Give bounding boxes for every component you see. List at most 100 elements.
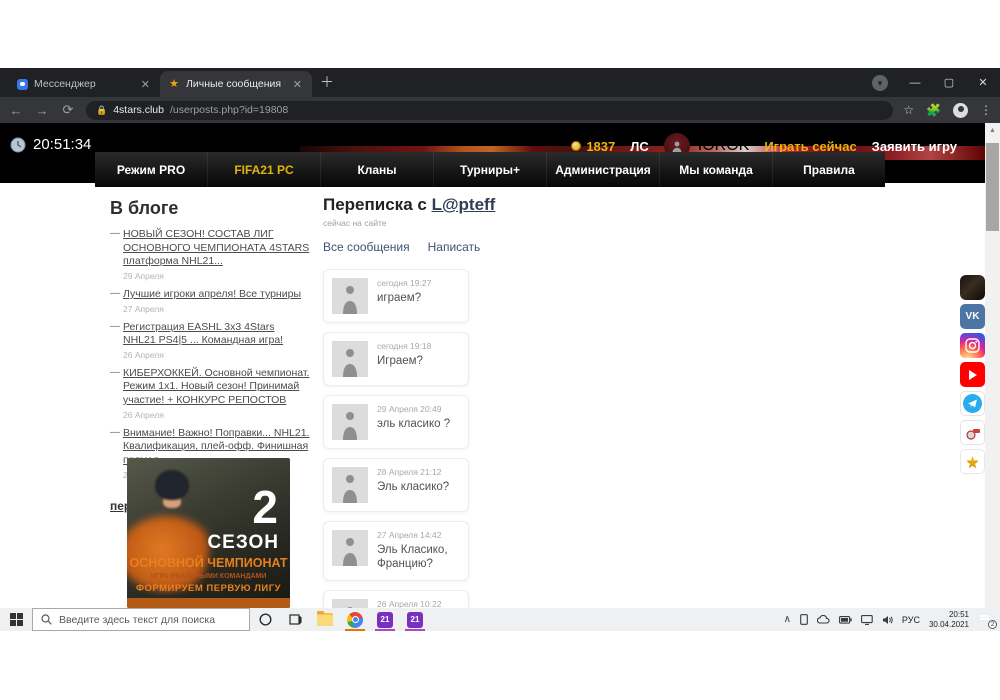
- search-placeholder: Введите здесь текст для поиска: [59, 613, 216, 626]
- language-indicator[interactable]: РУС: [902, 615, 920, 625]
- message-date: сегодня 19:18: [377, 341, 432, 351]
- youtube-icon[interactable]: [960, 362, 985, 387]
- network-display-icon[interactable]: [860, 614, 873, 625]
- scroll-up-arrow-icon[interactable]: ▲: [985, 123, 1000, 138]
- blog-post-link[interactable]: Лучшие игроки апреля! Все турниры: [123, 288, 310, 302]
- browser-profile-icon[interactable]: ▾: [872, 74, 888, 91]
- tab-all-messages[interactable]: Все сообщения: [323, 240, 410, 254]
- tray-expand-icon[interactable]: ∧: [784, 614, 791, 625]
- bookmark-star-icon[interactable]: ☆: [903, 103, 914, 117]
- message-card[interactable]: 26 Апреля 10:22когда сыграем?: [323, 589, 469, 608]
- onedrive-cloud-icon[interactable]: [816, 615, 830, 624]
- fifa21-app-button-2[interactable]: 21: [400, 608, 430, 631]
- message-card[interactable]: сегодня 19:18 Играем?: [323, 332, 469, 386]
- message-card[interactable]: 29 Апреля 20:49 эль класико ?: [323, 395, 469, 449]
- fifa21-app-button[interactable]: 21: [370, 608, 400, 631]
- windows-taskbar: Введите здесь текст для поиска 21 21 ∧ Р…: [0, 608, 1000, 631]
- blog-post-date: 26 Апреля: [123, 409, 164, 420]
- season-promo-banner[interactable]: 2 СЕЗОН ОСНОВНОЙ ЧЕМПИОНАТ ИГРА РЕАЛЬНЫМ…: [127, 458, 290, 608]
- message-text: Эль класико?: [377, 481, 450, 493]
- nav-item-administratsiya[interactable]: Администрация: [546, 152, 659, 187]
- page-scrollbar[interactable]: ▲: [985, 123, 1000, 608]
- instagram-icon[interactable]: [960, 333, 985, 358]
- tab-write-message[interactable]: Написать: [428, 240, 481, 254]
- message-text: играем?: [377, 292, 422, 304]
- menu-kebab-icon[interactable]: ⋮: [980, 103, 992, 117]
- nav-item-pravila[interactable]: Правила: [772, 152, 885, 187]
- sender-avatar: [332, 278, 368, 314]
- blog-post-link[interactable]: Регистрация EASHL 3x3 4Stars NHL21 PS4|5…: [123, 321, 310, 348]
- phone-link-icon[interactable]: [800, 614, 808, 625]
- speaker-icon[interactable]: [882, 615, 893, 625]
- window-controls: ▾ — ▢ ✕: [872, 68, 1000, 97]
- community-photo[interactable]: [960, 275, 985, 300]
- url-host: 4stars.club: [113, 104, 164, 116]
- sender-avatar: [332, 598, 368, 608]
- cortana-button[interactable]: [250, 608, 280, 631]
- lock-icon: 🔒: [96, 104, 108, 115]
- message-card[interactable]: 27 Апреля 14:42 Эль Класико, Францию?: [323, 521, 469, 581]
- reload-icon[interactable]: ⟳: [60, 102, 76, 118]
- message-date: 27 Апреля 14:42: [377, 530, 442, 540]
- nav-item-fifa21-pc[interactable]: FIFA21 PC: [207, 152, 320, 187]
- social-links-rail: VK ★: [960, 275, 986, 474]
- back-icon[interactable]: ←: [8, 103, 24, 118]
- blog-post-date: 27 Апреля: [123, 303, 164, 314]
- message-date: 29 Апреля 20:49: [377, 404, 442, 414]
- address-bar[interactable]: 🔒 4stars.club/userposts.php?id=19808: [86, 100, 894, 120]
- tab-close-icon[interactable]: ✕: [291, 78, 304, 91]
- message-date: сегодня 19:27: [377, 278, 432, 288]
- banner-championship-line: ОСНОВНОЙ ЧЕМПИОНАТ: [129, 556, 288, 570]
- conversation-panel: Переписка с L@pteff сейчас на сайте Все …: [323, 195, 496, 608]
- blog-post-item: НОВЫЙ СЕЗОН! СОСТАВ ЛИГ ОСНОВНОГО ЧЕМПИО…: [110, 228, 310, 281]
- coin-icon: [571, 141, 582, 151]
- nav-item-my-komanda[interactable]: Мы команда: [659, 152, 772, 187]
- new-tab-button[interactable]: ＋: [320, 72, 334, 92]
- webpage: 20:51:34 1837 ЛС IOROK Играть сейчас Зая…: [0, 123, 1000, 608]
- forward-icon[interactable]: →: [34, 103, 50, 118]
- message-card[interactable]: 28 Апреля 21:12 Эль класико?: [323, 458, 469, 512]
- clock-date-display[interactable]: 20:51 30.04.2021: [929, 610, 969, 630]
- task-view-button[interactable]: [280, 608, 310, 631]
- file-explorer-button[interactable]: [310, 608, 340, 631]
- tab-title: Мессенджер: [34, 78, 96, 90]
- browser-toolbar: ← → ⟳ 🔒 4stars.club/userposts.php?id=198…: [0, 97, 1000, 123]
- nav-item-turniry[interactable]: Турниры+: [433, 152, 546, 187]
- start-button[interactable]: [0, 608, 32, 631]
- blog-post-link[interactable]: НОВЫЙ СЕЗОН! СОСТАВ ЛИГ ОСНОВНОГО ЧЕМПИО…: [123, 228, 310, 269]
- message-card[interactable]: сегодня 19:27 играем?: [323, 269, 469, 323]
- minimize-button[interactable]: —: [898, 77, 932, 89]
- profile-avatar-icon[interactable]: [953, 102, 968, 118]
- nav-item-rezhim-pro[interactable]: Режим PRO: [95, 152, 207, 187]
- message-date: 28 Апреля 21:12: [377, 467, 442, 477]
- chrome-taskbar-button[interactable]: [340, 608, 370, 631]
- maximize-button[interactable]: ▢: [932, 76, 966, 89]
- blog-post-item: Лучшие игроки апреля! Все турниры 27 Апр…: [110, 288, 310, 314]
- sender-avatar: [332, 341, 368, 377]
- tray-time: 20:51: [948, 609, 969, 619]
- tab-close-icon[interactable]: ✕: [139, 78, 152, 91]
- favorites-star-icon[interactable]: ★: [960, 449, 985, 474]
- message-text: Играем?: [377, 355, 423, 367]
- chrome-icon: [347, 611, 363, 628]
- battery-icon[interactable]: [838, 615, 852, 624]
- whistle-icon[interactable]: [960, 420, 985, 445]
- blog-post-link[interactable]: КИБЕРХОККЕЙ. Основной чемпионат. Режим 1…: [123, 367, 310, 408]
- telegram-icon[interactable]: [960, 391, 985, 416]
- star-favicon-icon: ★: [169, 77, 179, 90]
- vk-icon[interactable]: VK: [960, 304, 985, 329]
- clock-icon: [10, 137, 26, 152]
- close-button[interactable]: ✕: [966, 76, 1000, 89]
- partner-profile-link[interactable]: L@pteff: [432, 195, 496, 214]
- scrollbar-thumb[interactable]: [986, 143, 999, 231]
- extensions-puzzle-icon[interactable]: 🧩: [926, 103, 941, 117]
- tab-private-messages[interactable]: ★ Личные сообщения IOROK, Ки ✕: [160, 71, 312, 97]
- taskbar-search-input[interactable]: Введите здесь текст для поиска: [32, 608, 250, 631]
- search-icon: [41, 614, 52, 625]
- action-center-button[interactable]: 2: [978, 613, 997, 629]
- tab-messenger[interactable]: Мессенджер ✕: [8, 71, 160, 97]
- fifa21-icon: 21: [407, 611, 423, 628]
- notification-badge: 2: [988, 619, 997, 629]
- system-tray: ∧ РУС 20:51 30.04.2021 2: [784, 610, 1000, 630]
- nav-item-klany[interactable]: Кланы: [320, 152, 433, 187]
